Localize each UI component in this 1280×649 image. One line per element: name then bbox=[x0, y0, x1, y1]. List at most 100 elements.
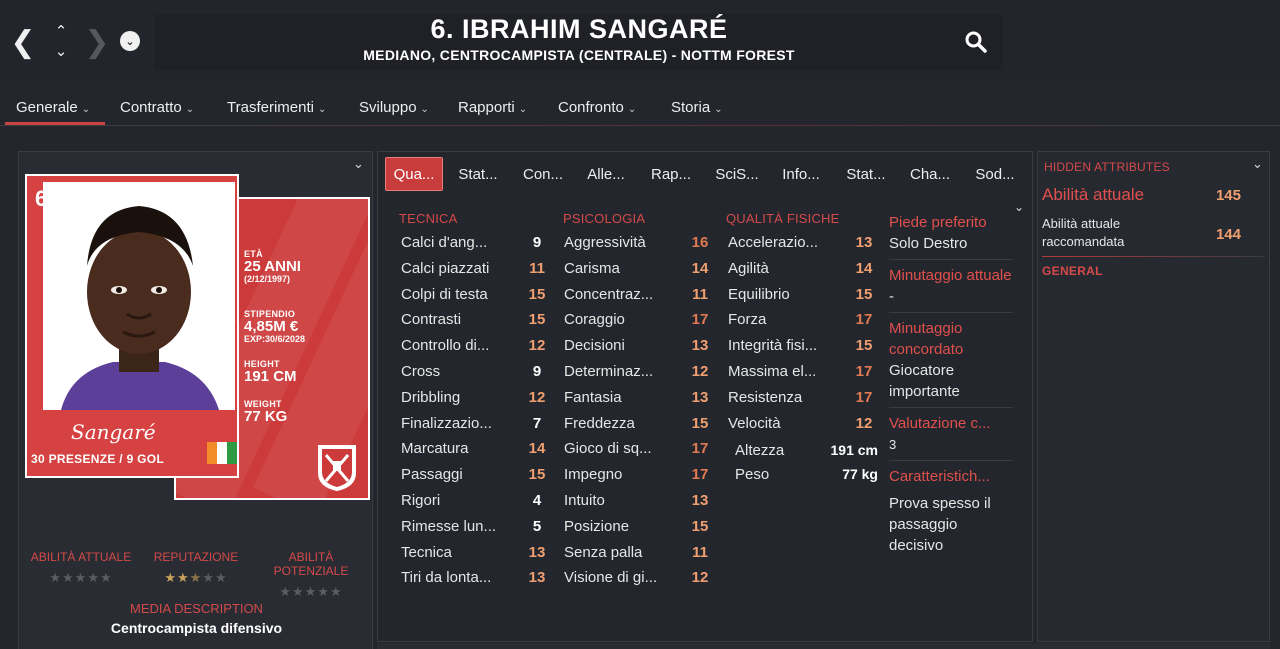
attribute-row[interactable]: Impegno 17 bbox=[564, 462, 714, 488]
attribute-value: 12 bbox=[528, 388, 546, 406]
attribute-name: Freddezza bbox=[564, 414, 635, 432]
chevron-down-icon[interactable]: ⌄ bbox=[1014, 200, 1024, 214]
agreed-playing-time-value: Giocatore importante bbox=[889, 362, 960, 400]
attribute-row[interactable]: Calci piazzati 11 bbox=[401, 256, 551, 282]
attribute-row[interactable]: Carisma 14 bbox=[564, 256, 714, 282]
attribute-row[interactable]: Senza palla 11 bbox=[564, 540, 714, 566]
attribute-name: Integrità fisi... bbox=[728, 337, 818, 355]
attribute-row[interactable]: Fantasia 13 bbox=[564, 385, 714, 411]
agreed-playing-time: Minutaggio concordato Giocatore importan… bbox=[889, 318, 1013, 408]
height-value: 191 cm bbox=[830, 442, 878, 458]
weight-group: WEIGHT 77 KG bbox=[244, 399, 287, 424]
main-menu: Generale ⌄ Contratto ⌄ Trasferimenti ⌄ Svil… bbox=[0, 93, 1280, 125]
chevron-down-icon: ⌄ bbox=[627, 104, 637, 115]
attribute-row[interactable]: Contrasti 15 bbox=[401, 307, 551, 333]
current-ability: ABILITÀ ATTUALE ★★★★★ bbox=[25, 550, 137, 586]
attribute-name: Resistenza bbox=[728, 388, 803, 406]
attribute-row[interactable]: Marcatura 14 bbox=[401, 436, 551, 462]
attribute-row[interactable]: Calci d'ang... 9 bbox=[401, 230, 551, 256]
attribute-name: Decisioni bbox=[564, 337, 625, 355]
attribute-row[interactable]: Velocità 12 bbox=[728, 411, 878, 437]
attribute-name: Concentraz... bbox=[564, 285, 654, 303]
down-icon[interactable]: ⌄ bbox=[50, 42, 72, 60]
subtab-stato[interactable]: Stat... bbox=[838, 157, 894, 191]
mental-column: Aggressività 16 Carisma 14 Concentraz... 11 Co… bbox=[564, 230, 714, 591]
current-ability-label: ABILITÀ ATTUALE bbox=[30, 550, 132, 564]
attribute-row[interactable]: Equilibrio 15 bbox=[728, 282, 878, 308]
attribute-row[interactable]: Posizione 15 bbox=[564, 514, 714, 540]
technical-column: Calci d'ang... 9 Calci piazzati 11 Colpi di … bbox=[401, 230, 551, 591]
attribute-name: Passaggi bbox=[401, 466, 463, 484]
search-icon[interactable] bbox=[964, 30, 988, 54]
attribute-row[interactable]: Intuito 13 bbox=[564, 488, 714, 514]
attribute-row[interactable]: Passaggi 15 bbox=[401, 462, 551, 488]
card-front: 6 Sangaré 30 PRESENZE / 9 GOL bbox=[25, 174, 239, 478]
attribute-row[interactable]: Rigori 4 bbox=[401, 488, 551, 514]
physical-column: Accelerazio... 13 Agilità 14 Equilibrio 15 For… bbox=[728, 230, 878, 436]
player-card-panel: ⌄ ETÀ 25 ANNI (2/12/1997) STIPENDIO 4,85… bbox=[18, 151, 373, 649]
attribute-name: Velocità bbox=[728, 414, 781, 432]
subtab-qualita[interactable]: Qua... bbox=[385, 157, 443, 191]
attribute-row[interactable]: Finalizzazio... 7 bbox=[401, 411, 551, 437]
menu-divider bbox=[0, 125, 1280, 126]
attribute-row[interactable]: Determinaz... 12 bbox=[564, 359, 714, 385]
attribute-row[interactable]: Decisioni 13 bbox=[564, 333, 714, 359]
attribute-row[interactable]: Dribbling 12 bbox=[401, 385, 551, 411]
menu-generale[interactable]: Generale ⌄ bbox=[16, 99, 90, 116]
menu-trasferimenti[interactable]: Trasferimenti ⌄ bbox=[227, 99, 326, 116]
subtab-allenamento[interactable]: Alle... bbox=[578, 157, 634, 191]
menu-dot-icon[interactable]: ⌄ bbox=[120, 31, 140, 51]
attribute-row[interactable]: Aggressività 16 bbox=[564, 230, 714, 256]
player-photo bbox=[43, 182, 235, 410]
attribute-row[interactable]: Tiri da lonta... 13 bbox=[401, 565, 551, 591]
up-icon[interactable]: ⌃ bbox=[50, 22, 72, 40]
attribute-row[interactable]: Resistenza 17 bbox=[728, 385, 878, 411]
attribute-row[interactable]: Gioco di sq... 17 bbox=[564, 436, 714, 462]
subtab-statistiche[interactable]: Stat... bbox=[450, 157, 506, 191]
attribute-row[interactable]: Accelerazio... 13 bbox=[728, 230, 878, 256]
attribute-row[interactable]: Controllo di... 12 bbox=[401, 333, 551, 359]
attribute-row[interactable]: Coraggio 17 bbox=[564, 307, 714, 333]
attribute-row[interactable]: Colpi di testa 15 bbox=[401, 282, 551, 308]
attribute-row[interactable]: Agilità 14 bbox=[728, 256, 878, 282]
menu-sviluppo[interactable]: Sviluppo ⌄ bbox=[359, 99, 429, 116]
subtab-scisi[interactable]: SciS... bbox=[709, 157, 765, 191]
attribute-value: 17 bbox=[691, 440, 709, 458]
attribute-row[interactable]: Freddezza 15 bbox=[564, 411, 714, 437]
attribute-row[interactable]: Visione di gi... 12 bbox=[564, 565, 714, 591]
menu-contratto[interactable]: Contratto ⌄ bbox=[120, 99, 194, 116]
menu-confronto[interactable]: Confronto ⌄ bbox=[558, 99, 636, 116]
attribute-row[interactable]: Massima el... 17 bbox=[728, 359, 878, 385]
attribute-value: 13 bbox=[691, 388, 709, 406]
attribute-name: Coraggio bbox=[564, 311, 625, 329]
chevron-down-icon[interactable]: ⌄ bbox=[1252, 156, 1263, 172]
forward-icon[interactable]: ❯ bbox=[82, 26, 112, 59]
attribute-name: Impegno bbox=[564, 466, 623, 484]
subtab-rapporti[interactable]: Rap... bbox=[643, 157, 699, 191]
menu-storia[interactable]: Storia ⌄ bbox=[671, 99, 723, 116]
subtab-characteristics[interactable]: Cha... bbox=[902, 157, 958, 191]
subtab-soddisfazione[interactable]: Sod... bbox=[967, 157, 1023, 191]
attribute-name: Rimesse lun... bbox=[401, 517, 497, 535]
attribute-row[interactable]: Cross 9 bbox=[401, 359, 551, 385]
menu-rapporti[interactable]: Rapporti ⌄ bbox=[458, 99, 527, 116]
subtab-info[interactable]: Info... bbox=[773, 157, 829, 191]
preferred-foot-value: Solo Destro bbox=[889, 235, 968, 252]
chevron-down-icon: ⌄ bbox=[420, 104, 429, 115]
menu-label: Contratto bbox=[120, 99, 182, 116]
chevron-down-icon: ⌄ bbox=[518, 104, 528, 115]
attribute-value: 15 bbox=[528, 466, 546, 484]
subtab-contratto[interactable]: Con... bbox=[515, 157, 571, 191]
attribute-name: Accelerazio... bbox=[728, 234, 819, 251]
attribute-row[interactable]: Tecnica 13 bbox=[401, 540, 551, 566]
back-icon[interactable]: ❮ bbox=[8, 26, 38, 59]
attribute-row[interactable]: Integrità fisi... 15 bbox=[728, 333, 878, 359]
attribute-row[interactable]: Forza 17 bbox=[728, 307, 878, 333]
attribute-name: Massima el... bbox=[728, 362, 817, 380]
attribute-row[interactable]: Rimesse lun... 5 bbox=[401, 514, 551, 540]
attribute-value: 15 bbox=[855, 337, 873, 355]
attribute-row[interactable]: Concentraz... 11 bbox=[564, 282, 714, 308]
chevron-down-icon[interactable]: ⌄ bbox=[353, 156, 364, 172]
current-ability-label: Abilità attuale bbox=[1042, 185, 1145, 204]
reputation: REPUTAZIONE ★★★★★ bbox=[140, 550, 252, 586]
